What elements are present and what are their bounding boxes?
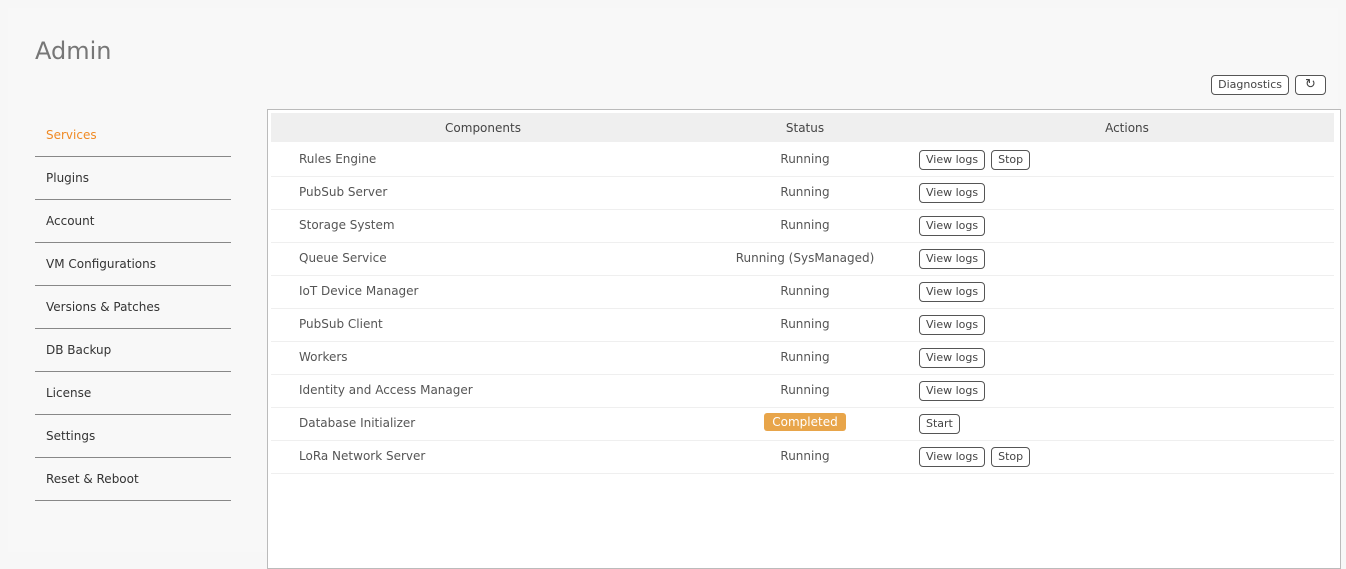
status-text: Running bbox=[780, 383, 830, 397]
view-logs-button[interactable]: View logs bbox=[919, 348, 986, 368]
table-row: LoRa Network Server Running View logs St… bbox=[271, 441, 1334, 474]
row-actions: View logs bbox=[919, 381, 986, 401]
table-row: Storage System Running View logs bbox=[271, 210, 1334, 243]
column-header-status: Status bbox=[785, 121, 825, 135]
sidebar-item-versions-patches[interactable]: Versions & Patches bbox=[35, 286, 231, 329]
table-header: Components Status Actions bbox=[271, 113, 1334, 142]
status-text: Running bbox=[780, 152, 830, 166]
component-name: Rules Engine bbox=[299, 152, 377, 166]
sidebar-item-plugins[interactable]: Plugins bbox=[35, 157, 231, 200]
status-text: Running bbox=[780, 284, 830, 298]
component-name: LoRa Network Server bbox=[299, 449, 426, 463]
view-logs-button[interactable]: View logs bbox=[919, 216, 986, 236]
component-name: Workers bbox=[299, 350, 348, 364]
component-name: PubSub Server bbox=[299, 185, 388, 199]
view-logs-button[interactable]: View logs bbox=[919, 282, 986, 302]
sidebar-item-services[interactable]: Services bbox=[35, 114, 231, 157]
sidebar-item-db-backup[interactable]: DB Backup bbox=[35, 329, 231, 372]
status-text: Running (SysManaged) bbox=[735, 251, 875, 265]
component-name: Queue Service bbox=[299, 251, 387, 265]
status-text: Running bbox=[780, 350, 830, 364]
view-logs-button[interactable]: View logs bbox=[919, 315, 986, 335]
table-row: Identity and Access Manager Running View… bbox=[271, 375, 1334, 408]
view-logs-button[interactable]: View logs bbox=[919, 381, 986, 401]
diagnostics-button[interactable]: Diagnostics bbox=[1211, 75, 1289, 95]
column-header-components: Components bbox=[445, 121, 521, 135]
table-row: Queue Service Running (SysManaged) View … bbox=[271, 243, 1334, 276]
component-name: PubSub Client bbox=[299, 317, 383, 331]
table-row: PubSub Client Running View logs bbox=[271, 309, 1334, 342]
status-cell: Completed bbox=[695, 413, 915, 434]
row-actions: View logs Stop bbox=[919, 447, 1031, 467]
table-row: Database Initializer Completed Start bbox=[271, 408, 1334, 441]
refresh-icon: ↻ bbox=[1305, 77, 1316, 92]
row-actions: View logs bbox=[919, 249, 986, 269]
table-row: Rules Engine Running View logs Stop bbox=[271, 144, 1334, 177]
sidebar-item-account[interactable]: Account bbox=[35, 200, 231, 243]
services-table-body: Rules Engine Running View logs Stop PubS… bbox=[271, 144, 1334, 474]
view-logs-button[interactable]: View logs bbox=[919, 249, 986, 269]
row-actions: View logs bbox=[919, 282, 986, 302]
start-button[interactable]: Start bbox=[919, 414, 960, 434]
view-logs-button[interactable]: View logs bbox=[919, 150, 986, 170]
table-row: IoT Device Manager Running View logs bbox=[271, 276, 1334, 309]
status-badge-completed: Completed bbox=[764, 413, 846, 431]
stop-button[interactable]: Stop bbox=[991, 150, 1031, 170]
table-row: Workers Running View logs bbox=[271, 342, 1334, 375]
row-actions: View logs bbox=[919, 216, 986, 236]
status-text: Running bbox=[780, 218, 830, 232]
component-name: Storage System bbox=[299, 218, 395, 232]
component-name: IoT Device Manager bbox=[299, 284, 419, 298]
component-name: Identity and Access Manager bbox=[299, 383, 473, 397]
page-title: Admin bbox=[35, 37, 112, 65]
admin-sidebar: Services Plugins Account VM Configuratio… bbox=[35, 114, 231, 501]
row-actions: View logs bbox=[919, 348, 986, 368]
column-header-actions: Actions bbox=[1105, 121, 1149, 135]
admin-page: Admin Diagnostics ↻ Services Plugins Acc… bbox=[8, 8, 1341, 569]
row-actions: View logs bbox=[919, 315, 986, 335]
row-actions: View logs Stop bbox=[919, 150, 1031, 170]
view-logs-button[interactable]: View logs bbox=[919, 447, 986, 467]
table-row: PubSub Server Running View logs bbox=[271, 177, 1334, 210]
sidebar-item-license[interactable]: License bbox=[35, 372, 231, 415]
view-logs-button[interactable]: View logs bbox=[919, 183, 986, 203]
status-text: Running bbox=[780, 449, 830, 463]
sidebar-item-reset-reboot[interactable]: Reset & Reboot bbox=[35, 458, 231, 501]
status-text: Running bbox=[780, 185, 830, 199]
top-toolbar: Diagnostics ↻ bbox=[1211, 75, 1326, 95]
status-text: Running bbox=[780, 317, 830, 331]
stop-button[interactable]: Stop bbox=[991, 447, 1031, 467]
sidebar-item-settings[interactable]: Settings bbox=[35, 415, 231, 458]
sidebar-item-vm-configurations[interactable]: VM Configurations bbox=[35, 243, 231, 286]
row-actions: View logs bbox=[919, 183, 986, 203]
refresh-button[interactable]: ↻ bbox=[1295, 75, 1326, 95]
component-name: Database Initializer bbox=[299, 416, 416, 430]
row-actions: Start bbox=[919, 414, 960, 434]
services-panel: Components Status Actions Rules Engine R… bbox=[267, 109, 1341, 569]
